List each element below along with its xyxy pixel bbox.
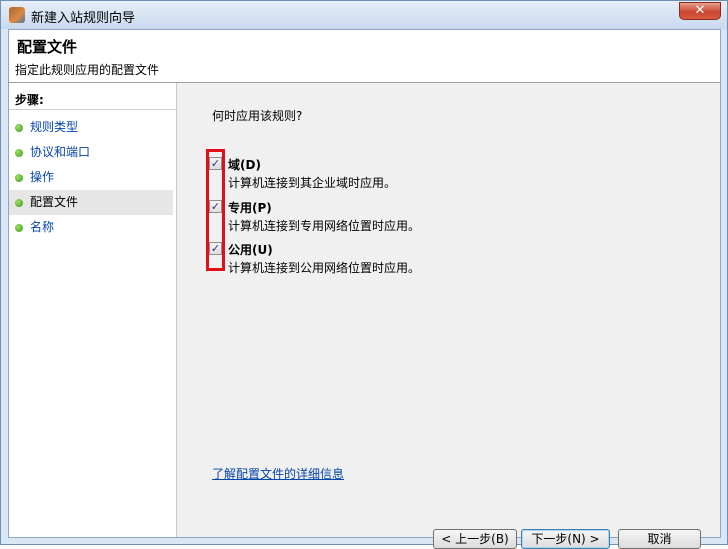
wizard-header: 配置文件 指定此规则应用的配置文件	[9, 30, 720, 83]
window-title: 新建入站规则向导	[31, 11, 136, 26]
learn-more-link[interactable]: 了解配置文件的详细信息	[212, 465, 344, 482]
step-status-icon	[15, 224, 23, 232]
step-label: 操作	[30, 170, 55, 184]
step-profile[interactable]: 配置文件	[9, 190, 173, 215]
private-label[interactable]: 专用(P)	[228, 199, 272, 216]
cancel-button[interactable]: 取消	[618, 529, 701, 549]
title-bar[interactable]: 新建入站规则向导 ✕	[1, 1, 727, 29]
page-subtitle: 指定此规则应用的配置文件	[15, 63, 160, 77]
steps-sidebar: 步骤: 规则类型 协议和端口 操作 配置文件 名称	[9, 83, 177, 537]
profile-panel: 何时应用该规则? ✓ 域(D) 计算机连接到其企业域时应用。 ✓ 专用(P) 计…	[177, 83, 720, 549]
step-status-icon	[15, 199, 23, 207]
step-status-icon	[15, 149, 23, 157]
wizard-window: 新建入站规则向导 ✕ 配置文件 指定此规则应用的配置文件 步骤: 规则类型 协议…	[0, 0, 728, 549]
back-button[interactable]: < 上一步(B)	[433, 529, 517, 549]
page-title: 配置文件	[17, 38, 78, 56]
wizard-body: 配置文件 指定此规则应用的配置文件 步骤: 规则类型 协议和端口 操作 配置文件	[8, 29, 721, 549]
step-protocol-ports[interactable]: 协议和端口	[9, 140, 173, 165]
domain-label[interactable]: 域(D)	[228, 156, 261, 173]
step-status-icon	[15, 124, 23, 132]
step-label: 规则类型	[30, 120, 79, 134]
step-label: 配置文件	[30, 195, 79, 209]
domain-description: 计算机连接到其企业域时应用。	[228, 176, 397, 190]
private-option: ✓ 专用(P) 计算机连接到专用网络位置时应用。	[209, 199, 509, 239]
firewall-icon	[9, 7, 25, 23]
step-status-icon	[15, 174, 23, 182]
step-label: 名称	[30, 220, 55, 234]
next-button[interactable]: 下一步(N) >	[521, 529, 610, 549]
private-description: 计算机连接到专用网络位置时应用。	[228, 219, 421, 233]
step-name[interactable]: 名称	[9, 215, 173, 240]
checkbox-highlight-box	[206, 149, 225, 271]
step-action[interactable]: 操作	[9, 165, 173, 190]
steps-heading: 步骤:	[15, 93, 44, 107]
public-description: 计算机连接到公用网络位置时应用。	[228, 261, 421, 275]
domain-option: ✓ 域(D) 计算机连接到其企业域时应用。	[209, 156, 509, 196]
close-button[interactable]: ✕	[679, 2, 721, 20]
public-label[interactable]: 公用(U)	[228, 241, 273, 258]
step-label: 协议和端口	[30, 145, 91, 159]
question-text: 何时应用该规则?	[212, 109, 303, 123]
steps-divider	[9, 109, 176, 110]
public-option: ✓ 公用(U) 计算机连接到公用网络位置时应用。	[209, 241, 509, 281]
step-rule-type[interactable]: 规则类型	[9, 115, 173, 140]
